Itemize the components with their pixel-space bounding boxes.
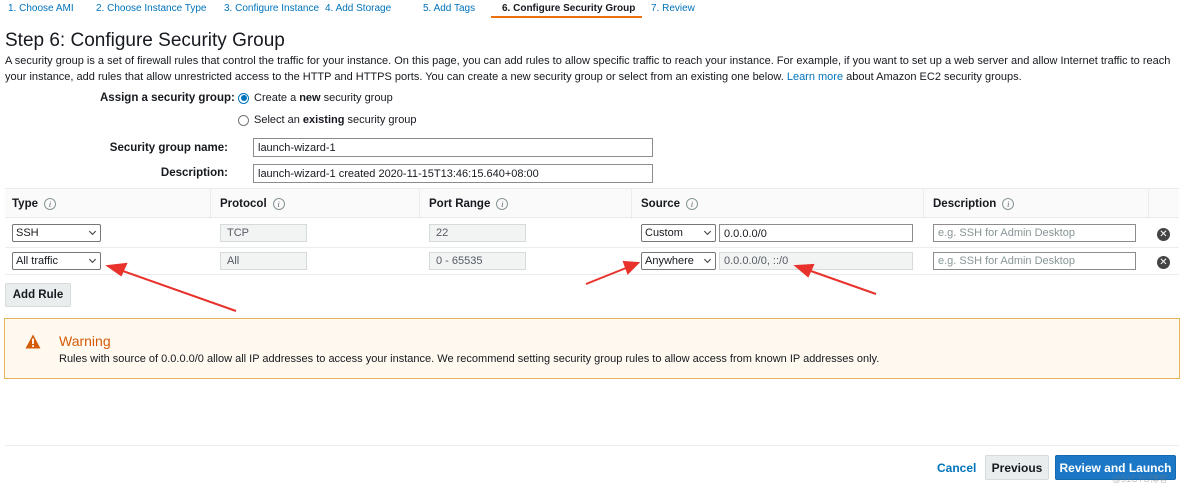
info-icon[interactable]: i [272, 198, 285, 210]
option-new-prefix: Create a [254, 92, 297, 104]
tab-add-storage[interactable]: 4. Add Storage [325, 3, 391, 14]
active-tab-indicator [491, 16, 642, 18]
radio-create-new[interactable] [238, 92, 249, 104]
rule-protocol: All [220, 252, 307, 270]
rule-type-select[interactable]: SSH [12, 224, 101, 242]
group-description-label: Description: [160, 167, 228, 179]
warning-title: Warning [59, 333, 111, 349]
column-divider [631, 189, 632, 219]
group-name-input[interactable]: launch-wizard-1 [253, 138, 653, 157]
footer-divider [5, 445, 1179, 446]
option-existing-bold: existing [302, 114, 345, 126]
page-title: Step 6: Configure Security Group [5, 30, 285, 51]
rule-source-select[interactable]: Anywhere [641, 252, 716, 270]
info-icon[interactable]: i [44, 198, 56, 210]
info-icon[interactable]: i [1002, 198, 1015, 210]
column-type: Type i [12, 198, 56, 210]
rule-protocol: TCP [220, 224, 307, 242]
rule-description-input[interactable]: e.g. SSH for Admin Desktop [933, 224, 1136, 242]
rule-type-value: All traffic [16, 255, 58, 267]
tab-configure-security-group[interactable]: 6. Configure Security Group [502, 3, 635, 14]
option-new-bold: new [299, 92, 321, 104]
column-source: Source i [641, 198, 698, 210]
chevron-down-icon [703, 227, 712, 236]
info-icon[interactable]: i [686, 198, 698, 210]
tab-choose-instance-type[interactable]: 2. Choose Instance Type [96, 3, 206, 14]
rule-port-range: 22 [429, 224, 526, 242]
column-divider [210, 189, 211, 219]
option-create-new[interactable]: Create a new security group [238, 92, 393, 104]
wizard-tabs: 1. Choose AMI 2. Choose Instance Type 3.… [0, 0, 1184, 18]
chevron-down-icon [88, 255, 97, 264]
column-divider [923, 189, 924, 219]
group-description-input[interactable]: launch-wizard-1 created 2020-11-15T13:46… [253, 164, 653, 183]
remove-rule-icon[interactable]: ✕ [1157, 228, 1170, 241]
row-divider [5, 274, 1179, 275]
warning-alert: Warning Rules with source of 0.0.0.0/0 a… [4, 318, 1180, 379]
learn-more-link[interactable]: Learn more [787, 71, 843, 83]
tab-choose-ami[interactable]: 1. Choose AMI [8, 3, 74, 14]
assign-group-label: Assign a security group: [100, 92, 235, 104]
column-port-range: Port Range i [429, 198, 509, 210]
rule-port-range: 0 - 65535 [429, 252, 526, 270]
group-name-label: Security group name: [109, 142, 228, 154]
column-description-label: Description [933, 198, 997, 210]
remove-rule-icon[interactable]: ✕ [1157, 256, 1170, 269]
tab-review[interactable]: 7. Review [651, 3, 695, 14]
rule-source-type: Custom [645, 227, 683, 239]
annotation-arrow-type [105, 262, 237, 312]
previous-button[interactable]: Previous [985, 455, 1049, 480]
option-existing-suffix: security group [347, 114, 417, 126]
radio-select-existing[interactable] [238, 114, 249, 126]
column-description: Description i [933, 198, 1015, 210]
rule-source-cidr[interactable]: 0.0.0.0/0 [719, 224, 913, 242]
option-new-suffix: security group [323, 92, 393, 104]
tab-configure-instance[interactable]: 3. Configure Instance [224, 3, 319, 14]
watermark: @51CTO博客 [1112, 474, 1168, 484]
chevron-down-icon [88, 227, 97, 236]
rule-source-type: Anywhere [645, 255, 694, 267]
rule-source-cidr: 0.0.0.0/0, ::/0 [719, 252, 913, 270]
info-icon[interactable]: i [496, 198, 509, 210]
column-protocol: Protocol i [220, 198, 285, 210]
column-type-label: Type [12, 198, 38, 210]
option-select-existing[interactable]: Select an existing security group [238, 114, 417, 126]
warning-text: Rules with source of 0.0.0.0/0 allow all… [59, 353, 880, 365]
rules-table-header: Type i Protocol i Port Range i Source i Desc… [5, 188, 1179, 219]
intro-paragraph: A security group is a set of firewall ru… [5, 53, 1177, 85]
tab-add-tags[interactable]: 5. Add Tags [423, 3, 475, 14]
column-protocol-label: Protocol [220, 198, 267, 210]
option-existing-prefix: Select an [254, 114, 300, 126]
cancel-link[interactable]: Cancel [937, 461, 976, 475]
column-port-range-label: Port Range [429, 198, 491, 210]
warning-icon [25, 334, 41, 349]
annotation-arrow-source [585, 260, 641, 285]
chevron-down-icon [703, 255, 712, 264]
rule-source-select[interactable]: Custom [641, 224, 716, 242]
rule-type-select[interactable]: All traffic [12, 252, 101, 270]
column-divider [1148, 189, 1149, 219]
rule-description-input[interactable]: e.g. SSH for Admin Desktop [933, 252, 1136, 270]
add-rule-button[interactable]: Add Rule [5, 283, 71, 307]
column-divider [419, 189, 420, 219]
rule-type-value: SSH [16, 227, 39, 239]
column-source-label: Source [641, 198, 680, 210]
row-divider [5, 247, 1179, 248]
intro-suffix: about Amazon EC2 security groups. [846, 71, 1022, 83]
